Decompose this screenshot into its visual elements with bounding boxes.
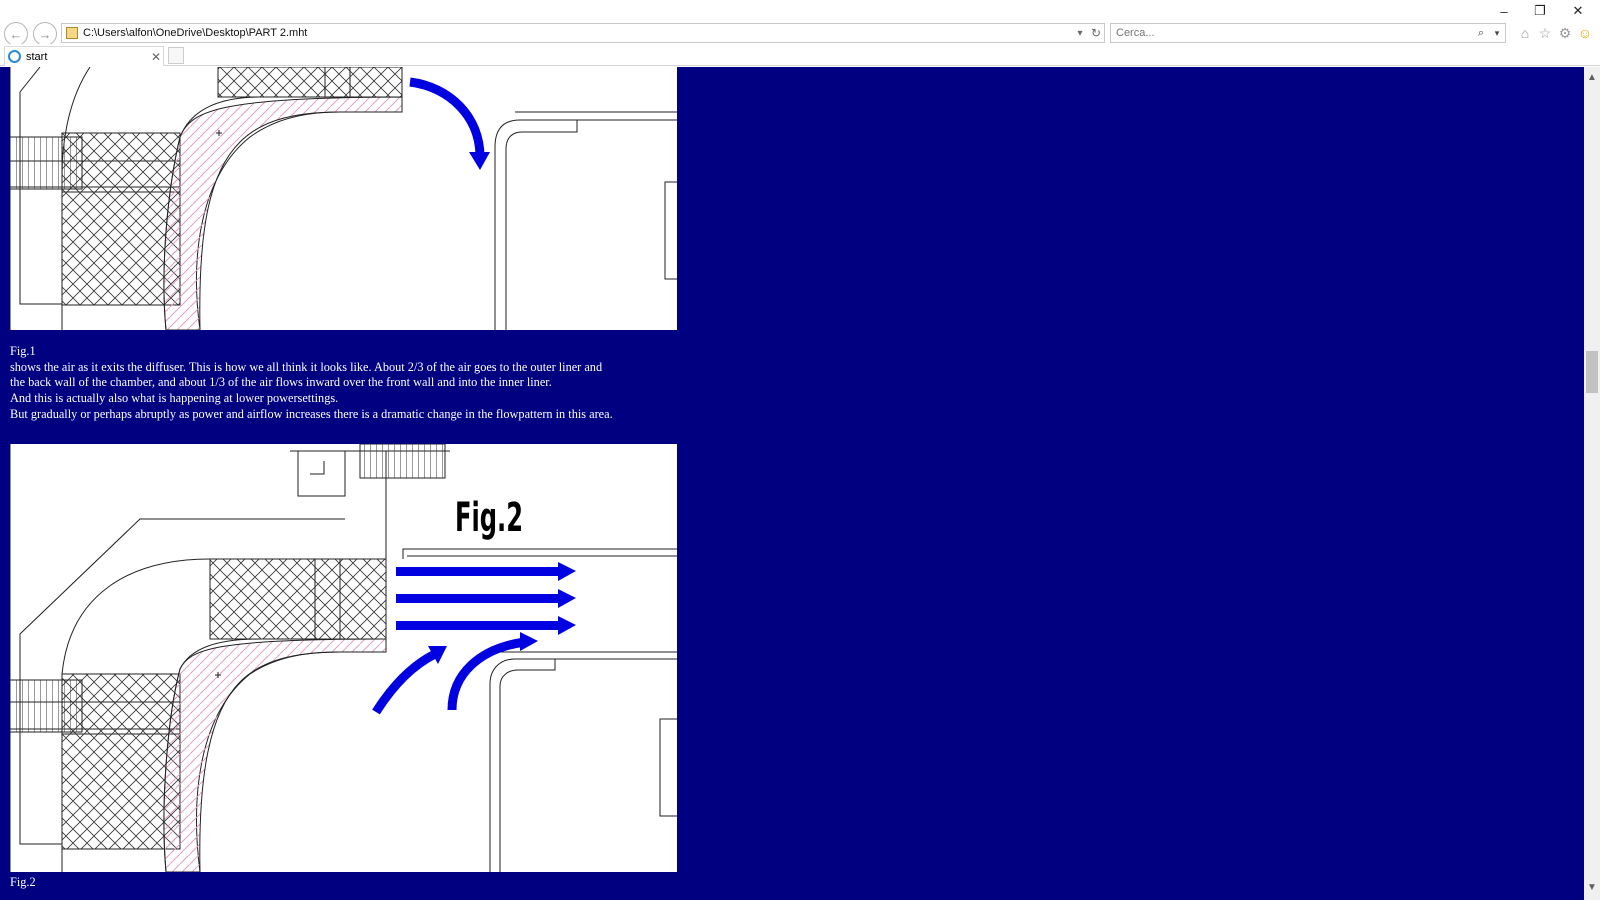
smiley-feedback-icon[interactable]: ☺ (1576, 24, 1594, 42)
page-icon (66, 27, 78, 39)
back-button[interactable]: ← (4, 22, 28, 46)
figure2-title: Fig.2 (455, 495, 523, 541)
scroll-thumb[interactable] (1586, 351, 1598, 393)
address-dropdown-icon[interactable]: ▾ (1072, 28, 1088, 39)
minimize-icon[interactable]: – (1486, 0, 1522, 22)
search-dropdown-icon[interactable]: ▾ (1489, 28, 1505, 39)
forward-arrow-icon: → (38, 26, 52, 42)
ie-page-icon (8, 50, 21, 63)
home-icon[interactable]: ⌂ (1516, 24, 1534, 42)
window-title-bar: – ❐ ✕ (0, 0, 1600, 22)
tab-label: start (26, 50, 48, 63)
search-box[interactable]: ⌕ ▾ (1110, 23, 1506, 43)
page-viewport: Fig.1 shows the air as it exits the diff… (0, 67, 1584, 900)
caption-line: the back wall of the chamber, and about … (10, 375, 552, 390)
vertical-scrollbar[interactable]: ▲ ▼ (1584, 67, 1600, 900)
back-arrow-icon: ← (9, 26, 23, 42)
figure1-image (10, 67, 677, 330)
restore-icon[interactable]: ❐ (1522, 0, 1558, 22)
forward-button[interactable]: → (33, 22, 57, 46)
navigation-bar: ← → C:\Users\alfon\OneDrive\Desktop\PART… (0, 22, 1600, 46)
close-tab-icon[interactable]: ✕ (149, 50, 163, 64)
figure2-image: Fig.2 (10, 444, 677, 872)
figure2-caption: Fig.2 (10, 875, 36, 891)
refresh-icon[interactable]: ↻ (1088, 26, 1104, 40)
caption-line: shows the air as it exits the diffuser. … (10, 359, 603, 374)
address-url[interactable]: C:\Users\alfon\OneDrive\Desktop\PART 2.m… (83, 27, 1072, 39)
figure2-label: Fig.2 (10, 875, 36, 889)
caption-line: But gradually or perhaps abruptly as pow… (10, 406, 613, 421)
search-icon[interactable]: ⌕ (1473, 27, 1489, 40)
scroll-up-icon[interactable]: ▲ (1584, 69, 1600, 85)
caption-line: And this is actually also what is happen… (10, 391, 339, 406)
address-bar[interactable]: C:\Users\alfon\OneDrive\Desktop\PART 2.m… (61, 23, 1105, 43)
figure1-caption: Fig.1 shows the air as it exits the diff… (10, 344, 613, 423)
favorites-star-icon[interactable]: ☆ (1536, 24, 1554, 42)
search-input[interactable] (1111, 27, 1473, 39)
new-tab-button[interactable] (168, 47, 184, 64)
tab-strip: start ✕ (0, 44, 1600, 66)
scroll-down-icon[interactable]: ▼ (1584, 879, 1600, 895)
close-window-icon[interactable]: ✕ (1560, 0, 1596, 22)
tab-start[interactable]: start ✕ (4, 46, 164, 66)
gear-icon[interactable]: ⚙ (1556, 24, 1574, 42)
figure1-label: Fig.1 (10, 344, 36, 358)
